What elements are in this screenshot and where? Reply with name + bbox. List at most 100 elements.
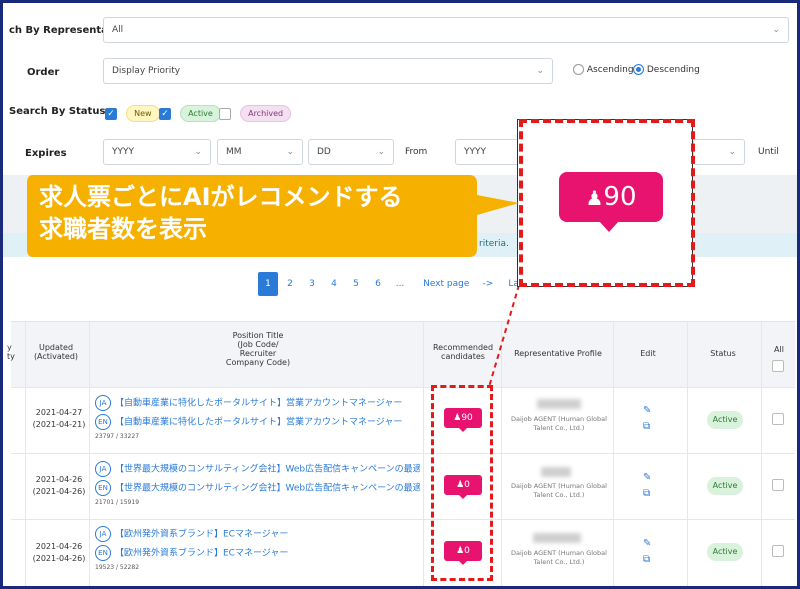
representative-company: Daijob AGENT (Human Global Talent Co., L…	[511, 415, 607, 432]
next-page-link[interactable]: Next page	[423, 279, 469, 289]
order-select[interactable]: Display Priority ⌄	[103, 58, 553, 84]
activated-date: (2021-04-21)	[32, 420, 86, 429]
expires-day-value: DD	[317, 147, 331, 157]
representative-company: Daijob AGENT (Human Global Talent Co., L…	[511, 482, 607, 499]
job-title-en-link[interactable]: 【世界最大規模のコンサルティング会社】Web広告配信キャンペーンの最適化	[115, 484, 420, 494]
copy-icon[interactable]: ⧉	[643, 421, 650, 432]
updated-date: 2021-04-26	[35, 542, 83, 551]
ascending-radio[interactable]	[573, 64, 584, 75]
page-5[interactable]: 5	[346, 272, 366, 296]
until-day-select[interactable]: ⌄	[693, 139, 745, 165]
header-representative: Representative Profile	[514, 349, 602, 358]
pencil-icon[interactable]: ✎	[643, 538, 651, 549]
page-3[interactable]: 3	[302, 272, 322, 296]
job-code: 23797 / 33227	[95, 433, 140, 440]
row-updated: 2021-04-26 (2021-04-26)	[29, 541, 89, 565]
descending-radio[interactable]	[633, 64, 644, 75]
until-year-value: YYYY	[464, 147, 486, 157]
lang-en-badge: EN	[95, 414, 111, 430]
chevron-down-icon: ⌄	[194, 147, 202, 157]
zoomed-recommended-badge: ♟90	[559, 172, 663, 222]
row-position: JA 【世界最大規模のコンサルティング会社】Web広告配信キャンペーンの最適化 E…	[95, 461, 420, 506]
row-position: JA 【自動車産業に特化したポータルサイト】営業アカウントマネージャー EN 【自動…	[95, 395, 420, 440]
status-archived-pill: Archived	[240, 105, 292, 122]
select-all-checkbox[interactable]	[772, 360, 784, 372]
annotation-banner-text: 求人票ごとにAIがレコメンドする 求職者数を表示	[39, 181, 403, 245]
activated-date: (2021-04-26)	[32, 487, 86, 496]
lang-en-badge: EN	[95, 545, 111, 561]
row-checkbox[interactable]	[772, 479, 784, 491]
representative-select[interactable]: All ⌄	[103, 17, 789, 43]
header-updated: Updated (Activated)	[33, 343, 79, 361]
expires-day-select[interactable]: DD ⌄	[308, 139, 394, 165]
activated-date: (2021-04-26)	[32, 554, 86, 563]
descending-option[interactable]: Descending	[633, 64, 700, 75]
connector-line	[488, 284, 520, 388]
copy-icon[interactable]: ⧉	[643, 488, 650, 499]
status-filter-label: Search By Status	[9, 106, 106, 117]
status-badge: Active	[707, 411, 743, 429]
job-title-en-link[interactable]: 【自動車産業に特化したポータルサイト】営業アカウントマネージャー	[115, 418, 402, 428]
blurred-representative-name	[533, 533, 581, 543]
descending-label: Descending	[646, 65, 700, 75]
page-4[interactable]: 4	[324, 272, 344, 296]
checkbox-checked-icon[interactable]: ✓	[105, 107, 117, 120]
blurred-representative-name	[541, 467, 571, 477]
job-title-ja-link[interactable]: 【欧州発外資系ブランド】ECマネージャー	[115, 530, 288, 540]
page-ellipsis: ...	[395, 279, 405, 289]
ascending-label: Ascending	[586, 65, 634, 75]
status-new-pill: New	[126, 105, 160, 122]
status-archived-option[interactable]: Archived	[219, 103, 292, 122]
callout-connector	[488, 284, 520, 388]
blurred-representative-name	[537, 399, 581, 409]
page-1[interactable]: 1	[258, 272, 278, 296]
job-code: 19523 / 52282	[95, 564, 140, 571]
status-new-option[interactable]: ✓ New	[105, 103, 160, 122]
chevron-down-icon: ⌄	[377, 147, 385, 157]
expires-month-value: MM	[226, 147, 242, 157]
lang-ja-badge: JA	[95, 526, 111, 542]
zoomed-count: 90	[603, 182, 637, 212]
status-active-option[interactable]: ✓ Active	[159, 103, 221, 122]
from-label: From	[405, 147, 428, 157]
person-icon: ♟	[585, 186, 604, 210]
chevron-down-icon: ⌄	[728, 147, 736, 157]
expires-year-select[interactable]: YYYY ⌄	[103, 139, 211, 165]
updated-date: 2021-04-26	[35, 475, 83, 484]
header-edit: Edit	[640, 349, 656, 358]
job-title-en-link[interactable]: 【欧州発外資系ブランド】ECマネージャー	[115, 549, 288, 559]
page-2[interactable]: 2	[280, 272, 300, 296]
header-all: All	[774, 345, 784, 354]
lang-ja-badge: JA	[95, 395, 111, 411]
job-title-ja-link[interactable]: 【世界最大規模のコンサルティング会社】Web広告配信キャンペーンの最適化	[115, 465, 420, 475]
job-code: 21701 / 15919	[95, 499, 140, 506]
header-position-title: Position Title (Job Code/ Recruiter Comp…	[225, 331, 291, 367]
row-checkbox[interactable]	[772, 413, 784, 425]
row-updated: 2021-04-27 (2021-04-21)	[29, 407, 89, 431]
pencil-icon[interactable]: ✎	[643, 405, 651, 416]
status-badge: Active	[707, 477, 743, 495]
expires-year-value: YYYY	[112, 147, 134, 157]
header-status: Status	[710, 349, 736, 358]
app-frame: ch By Representative All ⌄ Order Display…	[0, 0, 800, 589]
annotation-line-1: 求人票ごとにAIがレコメンドする	[39, 183, 403, 211]
job-title-ja-link[interactable]: 【自動車産業に特化したポータルサイト】営業アカウントマネージャー	[115, 399, 402, 409]
until-label: Until	[758, 147, 779, 157]
page-6[interactable]: 6	[368, 272, 388, 296]
zoomed-badge-pointer	[599, 221, 619, 232]
representative-select-value: All	[112, 25, 124, 35]
status-badge: Active	[707, 543, 743, 561]
chevron-down-icon: ⌄	[286, 147, 294, 157]
row-updated: 2021-04-26 (2021-04-26)	[29, 474, 89, 498]
pencil-icon[interactable]: ✎	[643, 472, 651, 483]
expires-month-select[interactable]: MM ⌄	[217, 139, 303, 165]
checkbox-unchecked-icon[interactable]	[219, 107, 231, 120]
recommended-column-highlight	[431, 385, 493, 581]
row-checkbox[interactable]	[772, 545, 784, 557]
header-display-priority: y ty	[7, 343, 15, 361]
copy-icon[interactable]: ⧉	[643, 554, 650, 565]
ascending-option[interactable]: Ascending	[573, 64, 634, 75]
chevron-down-icon: ⌄	[536, 66, 544, 76]
annotation-line-2: 求職者数を表示	[39, 215, 207, 243]
checkbox-checked-icon[interactable]: ✓	[159, 107, 171, 120]
